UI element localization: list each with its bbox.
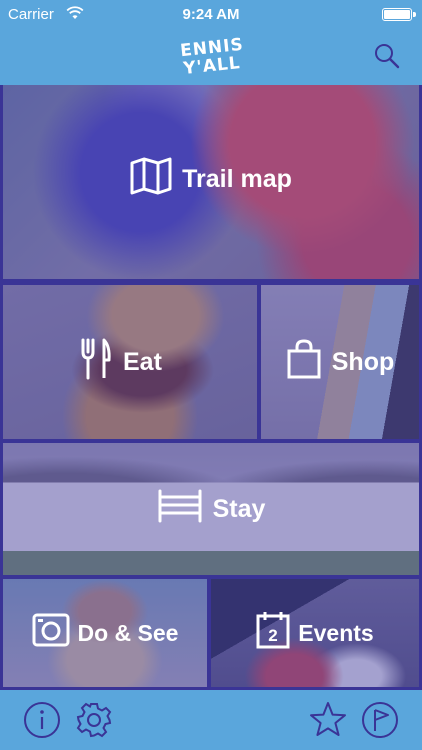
calendar-day: 2 xyxy=(269,626,278,645)
eat-tile[interactable]: Eat xyxy=(0,282,260,442)
eat-label: Eat xyxy=(123,347,162,376)
camera-icon xyxy=(32,613,70,653)
stay-tile[interactable]: Stay xyxy=(0,440,422,578)
do-see-label: Do & See xyxy=(77,619,179,646)
nav-bar: ENNIS Y'ALL xyxy=(0,30,422,85)
tab-bar xyxy=(0,690,422,750)
trail-map-label: Trail map xyxy=(182,164,292,193)
shopping-bag-icon xyxy=(286,338,322,386)
shop-tile[interactable]: Shop xyxy=(258,282,422,442)
events-label: Events xyxy=(298,619,374,646)
star-icon[interactable] xyxy=(308,700,348,740)
gear-icon[interactable] xyxy=(74,700,114,740)
calendar-icon: 2 xyxy=(256,611,290,655)
map-icon xyxy=(130,157,172,202)
clock: 9:24 AM xyxy=(182,6,240,23)
events-tile[interactable]: 2 Events xyxy=(208,576,422,690)
bed-icon xyxy=(157,489,203,530)
trail-map-tile[interactable]: Trail map xyxy=(0,85,422,282)
status-bar: Carrier 9:24 AM xyxy=(0,0,422,30)
app-logo: ENNIS Y'ALL xyxy=(176,35,248,79)
battery-icon xyxy=(382,8,416,21)
fork-knife-icon xyxy=(77,338,113,387)
do-see-tile[interactable]: Do & See xyxy=(0,576,210,690)
flag-icon[interactable] xyxy=(360,700,400,740)
search-icon[interactable] xyxy=(372,41,402,71)
shop-label: Shop xyxy=(331,347,395,376)
stay-label: Stay xyxy=(212,494,266,523)
info-icon[interactable] xyxy=(22,700,62,740)
